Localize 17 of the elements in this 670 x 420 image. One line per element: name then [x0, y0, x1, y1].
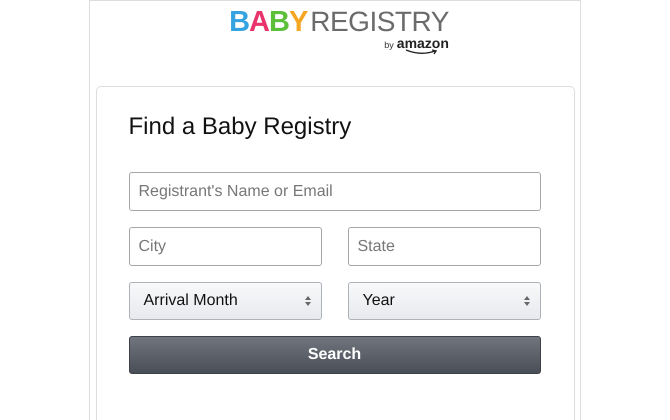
- logo-wordmark: REGISTRY: [310, 7, 449, 37]
- logo-letter: Y: [288, 7, 308, 37]
- logo-letter: A: [249, 7, 269, 37]
- caret-icon: [524, 296, 530, 306]
- search-button[interactable]: Search: [128, 336, 540, 374]
- text-field[interactable]: City: [128, 227, 322, 266]
- text-field[interactable]: State: [348, 227, 540, 266]
- smile-arrow-icon: [404, 49, 439, 55]
- caret-icon: [304, 296, 310, 306]
- logo-byline: by: [384, 40, 394, 50]
- brand-wordmark: amazon: [396, 35, 449, 54]
- form-title: Find a Baby Registry: [128, 113, 352, 141]
- logo-letter: B: [229, 7, 250, 37]
- dropdown[interactable]: Year: [348, 282, 540, 320]
- dropdown[interactable]: Arrival Month: [128, 282, 322, 320]
- text-field[interactable]: Registrant's Name or Email: [128, 172, 540, 211]
- logo-letter: B: [268, 7, 289, 37]
